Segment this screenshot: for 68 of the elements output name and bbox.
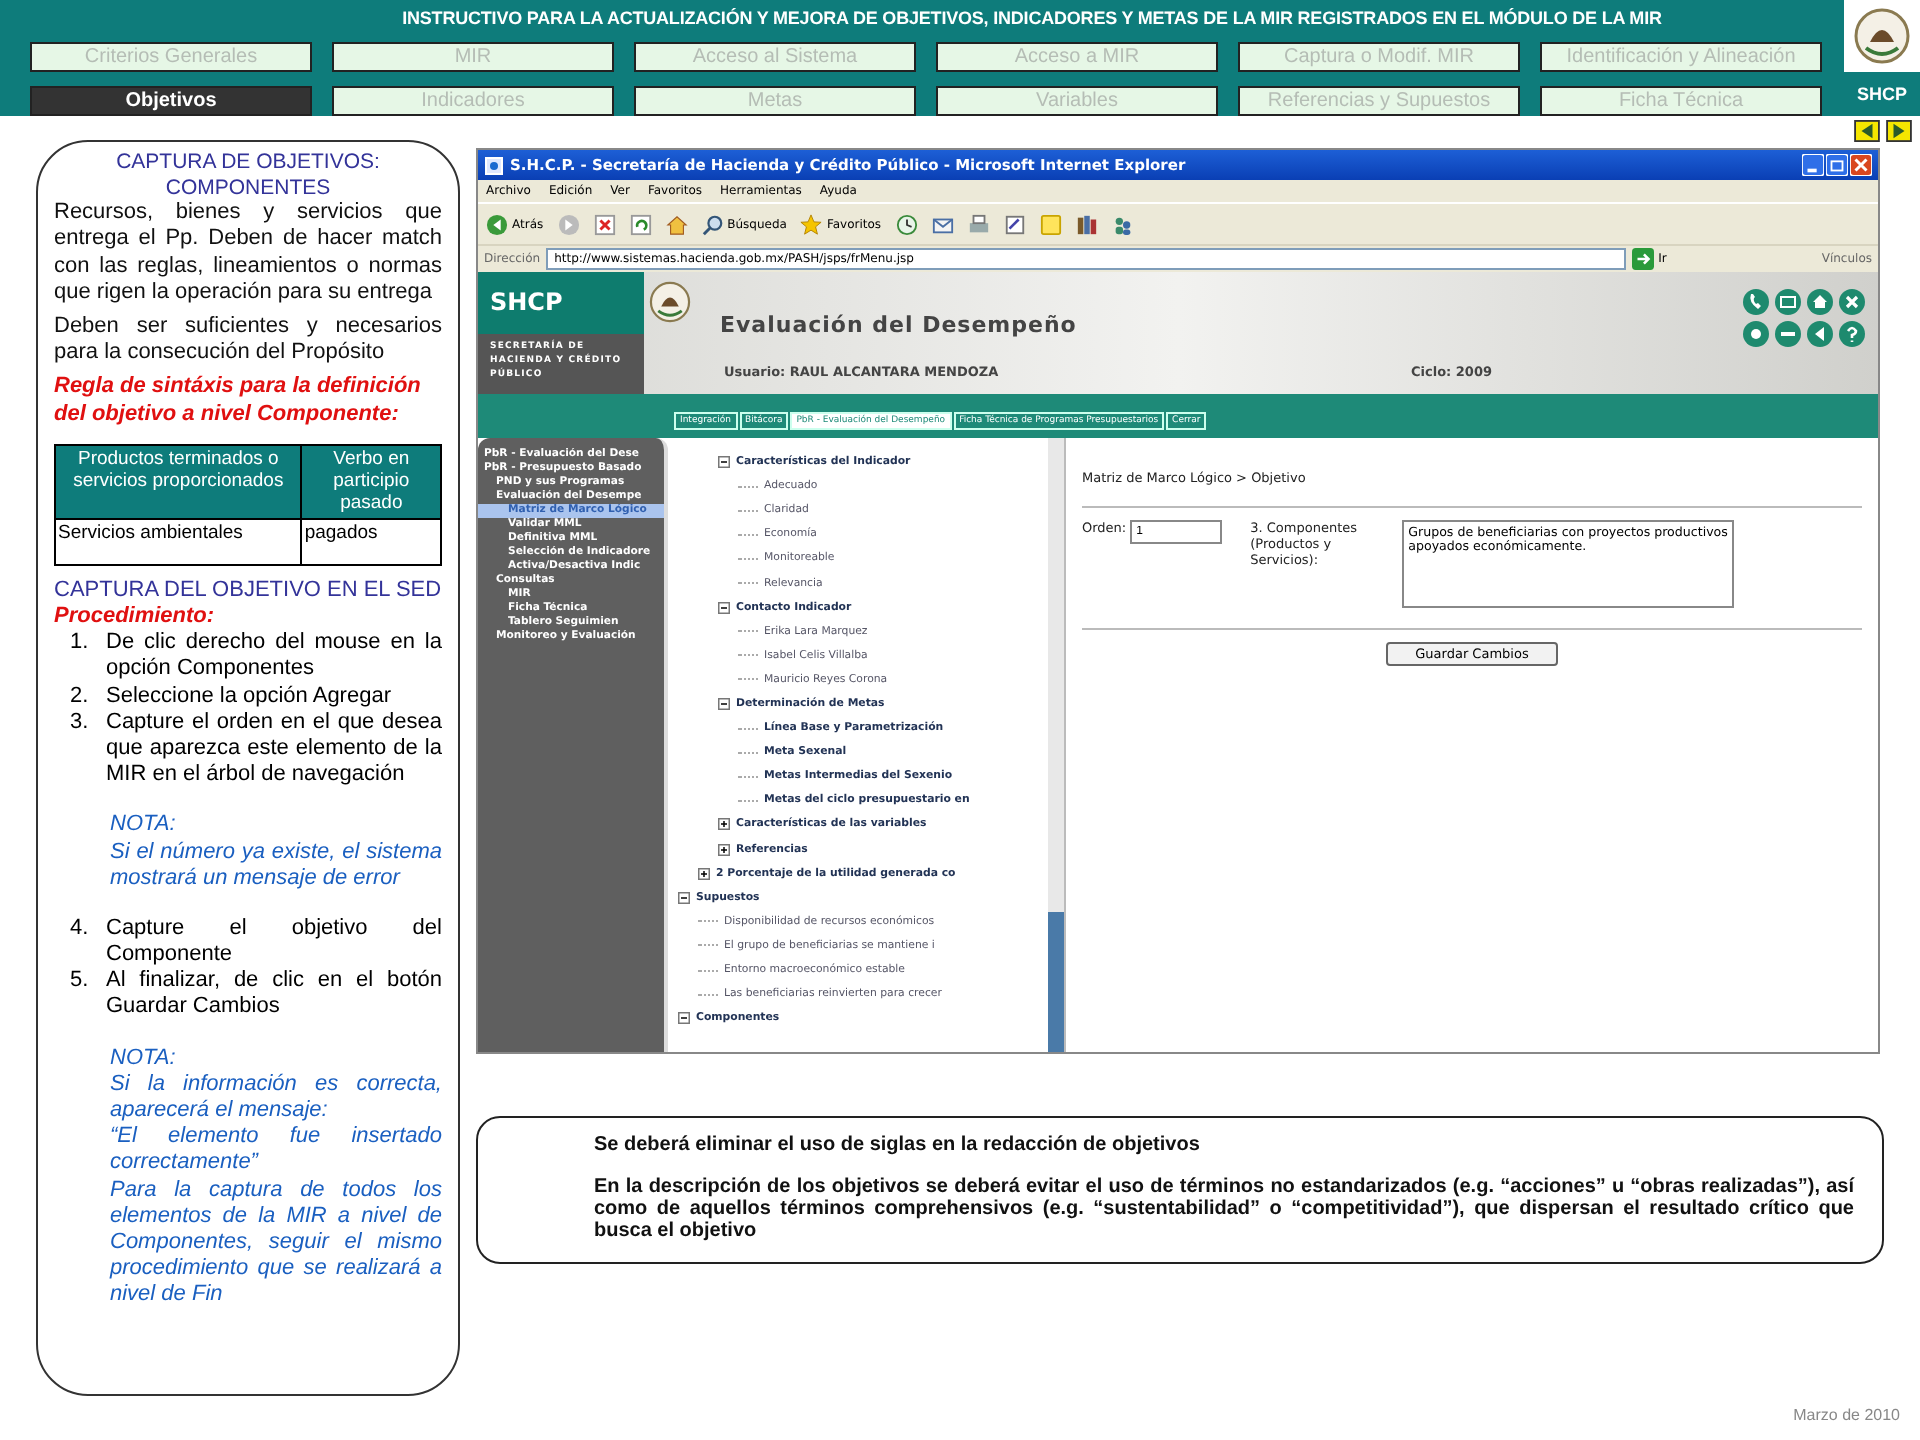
print-icon[interactable] xyxy=(967,213,990,235)
note-text: “El elemento fue insertado correctamente” xyxy=(110,1124,442,1178)
note-text: NOTA: xyxy=(110,1045,178,1072)
note-text: Si el número ya existe, el sistema mostrará un mensaje de error xyxy=(110,839,442,892)
refresh-icon[interactable] xyxy=(629,213,652,235)
date-label: Marzo de 2010 xyxy=(1793,1406,1900,1424)
step-number: 4. xyxy=(70,915,91,944)
scroll-thumb[interactable] xyxy=(1048,912,1064,1052)
nav-button[interactable]: Objetivos xyxy=(30,86,312,116)
expander-icon[interactable] xyxy=(678,891,690,904)
expander-icon[interactable] xyxy=(718,697,730,710)
expander-icon[interactable] xyxy=(718,818,730,831)
note-text: Si la información es correcta, aparecerá el mensaje: xyxy=(110,1071,442,1125)
expander-icon[interactable] xyxy=(718,601,730,614)
star-icon xyxy=(800,213,823,235)
emblem-icon xyxy=(648,280,692,324)
paragraph: Deben ser suficientes y necesarios para la consecución del Propósito xyxy=(54,313,442,367)
help-icon[interactable] xyxy=(1838,320,1866,348)
logo-label: SHCP xyxy=(1854,82,1909,104)
step-text: De clic derecho del mouse en la opción Componentes xyxy=(106,630,442,684)
minimize-icon[interactable] xyxy=(1802,154,1824,176)
stop-icon[interactable] xyxy=(593,213,616,235)
restore-icon[interactable] xyxy=(1826,154,1848,176)
back-icon[interactable] xyxy=(1806,320,1834,348)
page-title: INSTRUCTIVO PARA LA ACTUALIZACIÓN Y MEJORA DE OBJETIVOS, INDICADORES Y METAS DE LA MIR REGISTRADOS EN EL MÓDULO DE LA MIR xyxy=(400,6,1664,32)
edit-icon[interactable] xyxy=(1003,213,1026,235)
site-logo: SHCP xyxy=(478,272,644,334)
step-text: Al finalizar, de clic en el botón Guardar Cambios xyxy=(106,968,442,1022)
expander-icon[interactable] xyxy=(718,456,730,469)
phone-icon[interactable] xyxy=(1742,288,1770,316)
expander-icon[interactable] xyxy=(678,1012,690,1025)
home-icon[interactable] xyxy=(665,213,688,235)
table-header-cell: Verbo en participio pasado xyxy=(301,444,441,519)
paragraph: Recursos, bienes y servicios que entrega el Pp. Deben de hacer match con las reglas, lineamientos o normas que rigen la operación para su entrega xyxy=(54,200,442,306)
section-heading: CAPTURA DEL OBJETIVO EN EL SED xyxy=(54,577,442,605)
step-number: 1. xyxy=(70,630,91,659)
home-icon[interactable] xyxy=(1806,288,1834,316)
go-arrow-icon xyxy=(1632,248,1655,270)
syntax-rule: Regla de sintáxis para la definición del objetivo a nivel Componente: xyxy=(54,374,423,428)
step-text: Seleccione la opción Agregar xyxy=(106,683,393,710)
expander-icon[interactable] xyxy=(718,843,730,856)
page-icon xyxy=(484,155,504,175)
step-text: Capture el orden en el que desea que aparezca este elemento de la MIR en el árbol de navegación xyxy=(106,709,442,789)
step-number: 2. xyxy=(70,683,91,710)
step-number: 3. xyxy=(70,709,91,738)
step-text: Capture el objetivo del Componente xyxy=(106,915,442,969)
mail-icon[interactable] xyxy=(931,213,954,235)
minus-icon[interactable] xyxy=(1774,320,1802,348)
procedure-label: Procedimiento: xyxy=(54,604,217,631)
close-icon[interactable] xyxy=(1838,288,1866,316)
emblem-icon xyxy=(1844,0,1920,72)
note-paragraph: En la descripción de los objetivos se deberá evitar el uso de términos no estandarizados (e.g. “acciones” u “obras realizadas”), así como de aquellos términos comprehensivos (e.g. “sustentabilidad” o “competitividad”), que dispersan el resultado crítico que busca el objetivo xyxy=(594,1176,1854,1242)
table-cell: pagados xyxy=(301,518,441,565)
mail-icon[interactable] xyxy=(1774,288,1802,316)
note-text: NOTA: xyxy=(110,812,178,840)
close-icon[interactable] xyxy=(1850,154,1872,176)
search-icon xyxy=(701,213,724,235)
books-icon[interactable] xyxy=(1075,213,1098,235)
scrollbar[interactable] xyxy=(1048,438,1064,1052)
step-number: 5. xyxy=(70,968,91,997)
table-cell: Servicios ambientales xyxy=(55,518,302,565)
panel-heading: CAPTURA DE OBJETIVOS: COMPONENTES xyxy=(114,150,382,201)
history-icon[interactable] xyxy=(895,213,918,235)
note-text: Para la captura de todos los elementos de la MIR a nivel de Componentes, seguir el mismo procedimiento que se realizará a nivel de Fin xyxy=(110,1177,442,1310)
table-header-cell: Productos terminados o servicios proporcionados xyxy=(55,444,302,519)
note-paragraph: Se deberá eliminar el uso de siglas en la redacción de objetivos xyxy=(594,1134,1202,1156)
site-title: Evaluación del Desempeño xyxy=(718,310,1079,338)
expander-icon[interactable] xyxy=(698,867,710,880)
